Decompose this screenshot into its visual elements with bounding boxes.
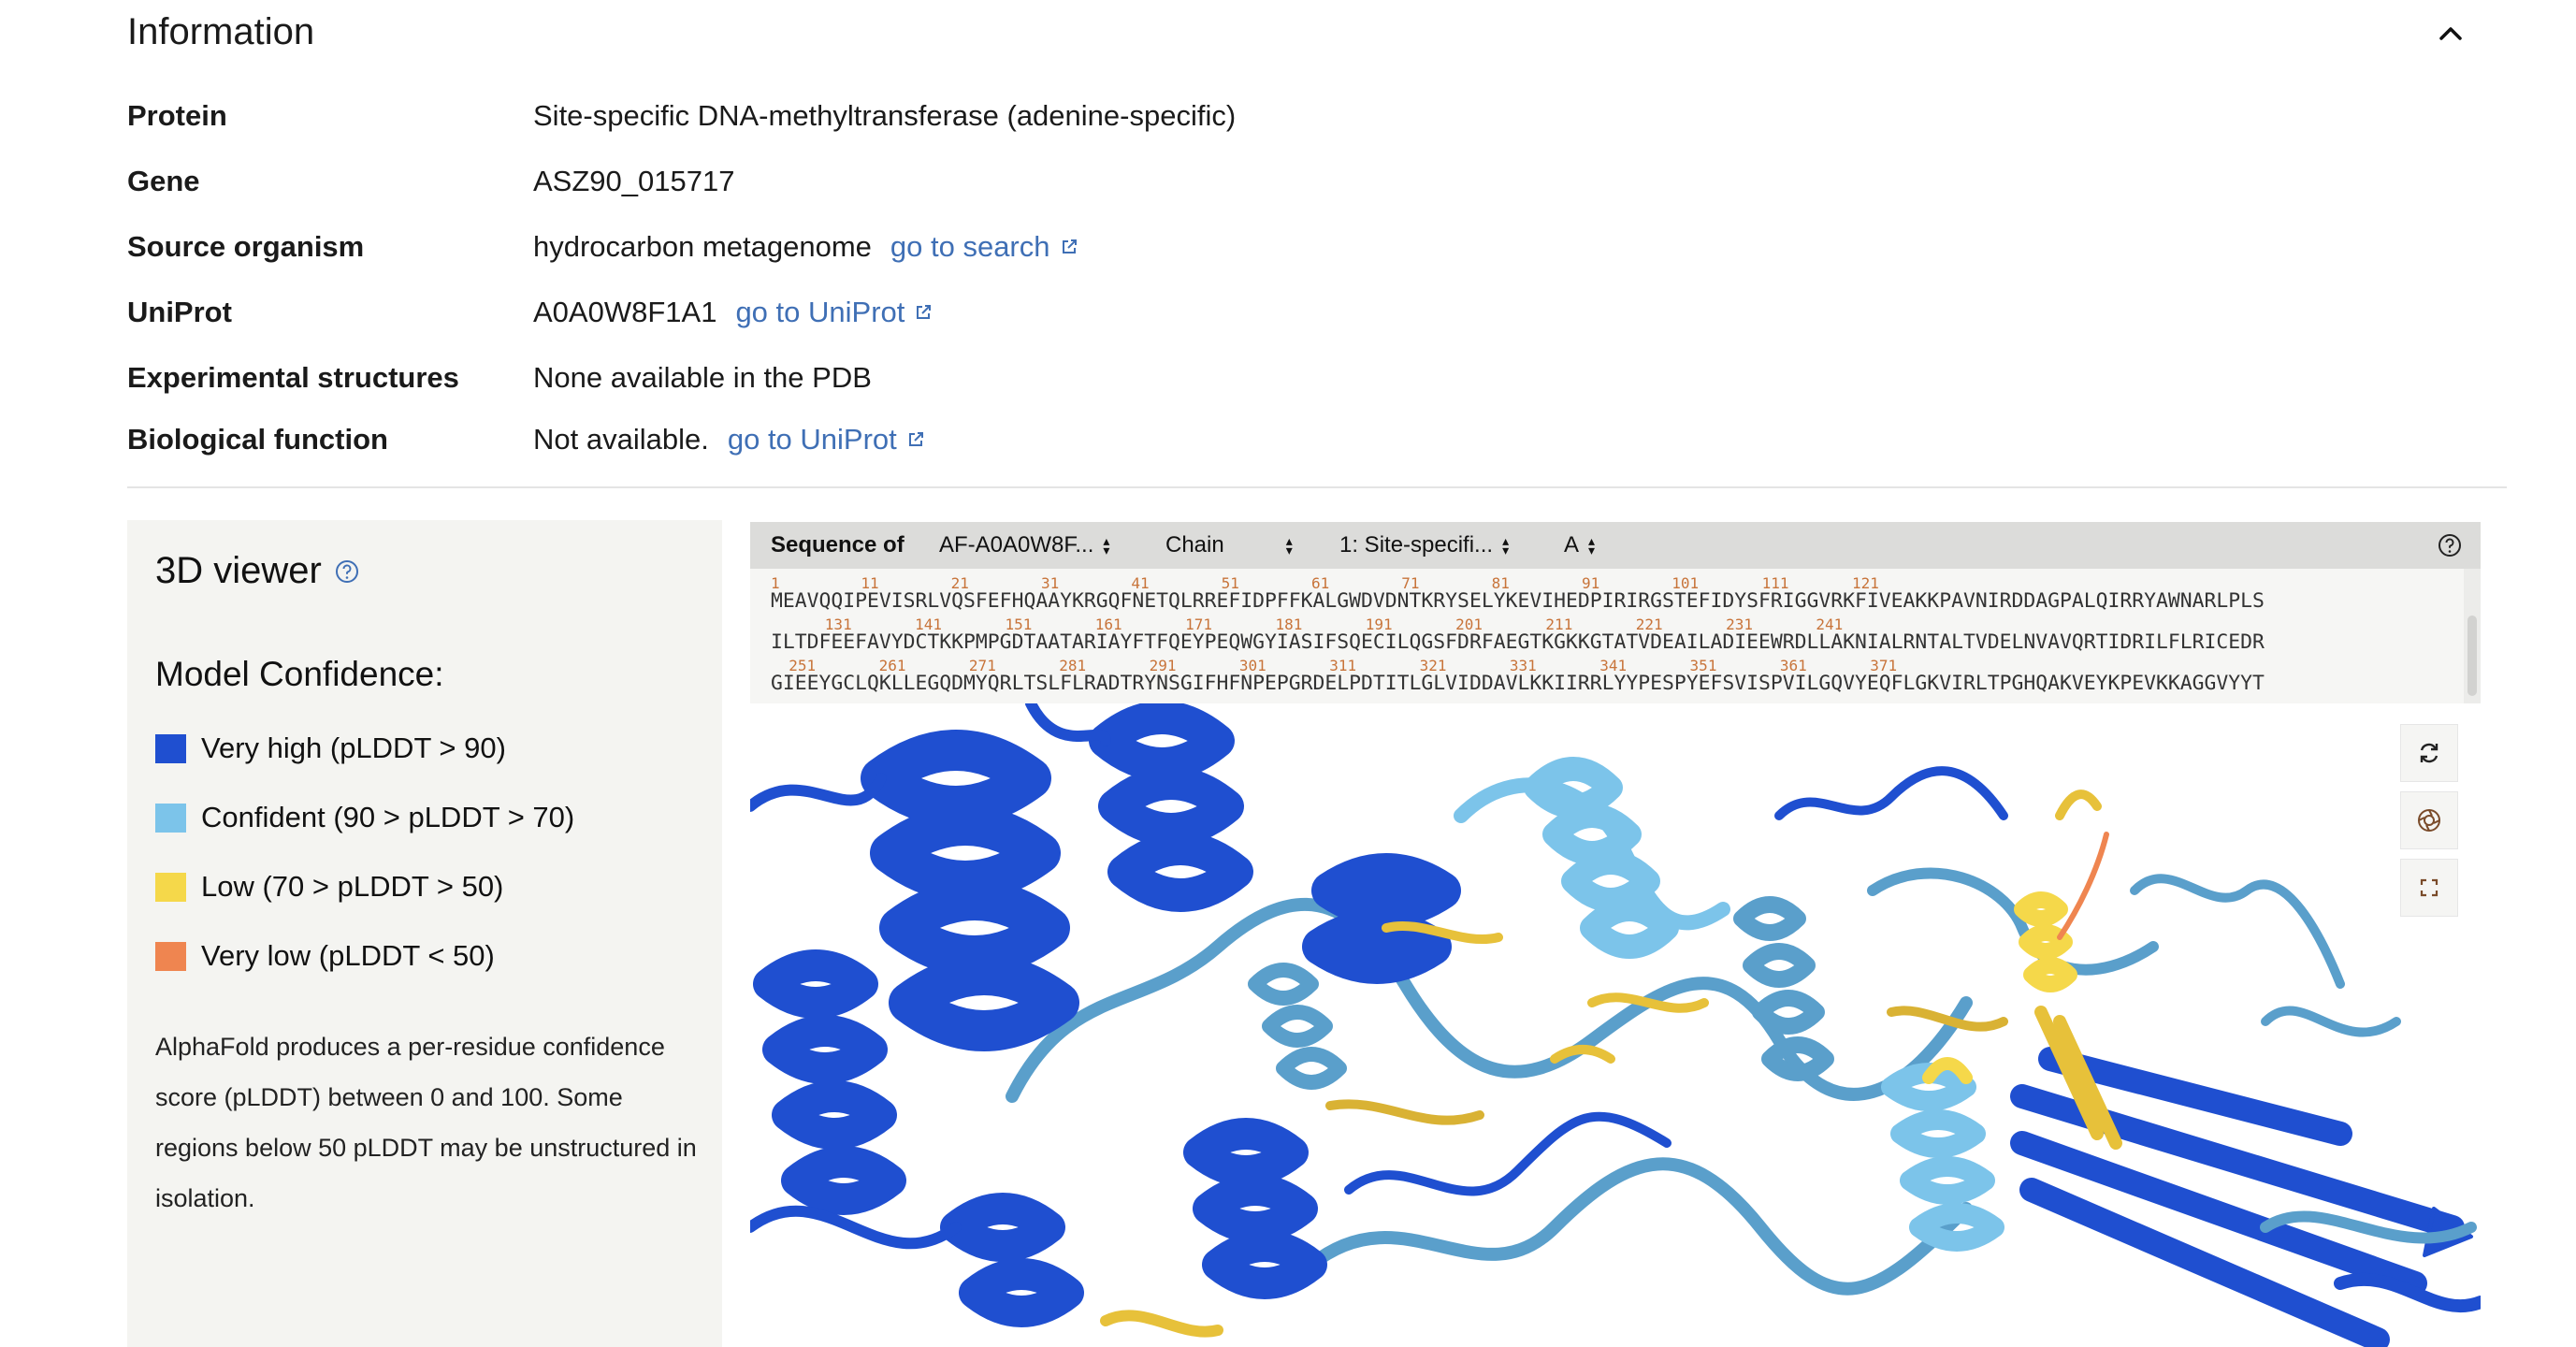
sequence-toolbar: Sequence of AF-A0A0W8F... ▴ ▾ Chain ▴ ▾ 1:…	[750, 522, 2481, 569]
gene-value: ASZ90_015717	[533, 165, 734, 198]
go-to-uniprot-label: go to UniProt	[735, 296, 905, 328]
low-label: Low (70 > pLDDT > 50)	[201, 870, 504, 903]
protein-name: Site-specific DNA-methyltransferase (ade…	[533, 99, 1237, 132]
help-icon[interactable]	[335, 559, 359, 584]
viewer-side-panel: 3D viewer Model Confidence: Very high (p…	[127, 520, 722, 1347]
entry-select-value: AF-A0A0W8F...	[939, 532, 1094, 558]
experimental-label: Experimental structures	[127, 361, 459, 394]
function-text: Not available.	[533, 423, 709, 456]
chain-id-value: A	[1564, 532, 1580, 558]
legend-low: Low (70 > pLDDT > 50)	[155, 870, 503, 904]
sequence-help-icon[interactable]	[2438, 533, 2462, 558]
function-value: Not available. go to UniProt	[533, 423, 925, 456]
sequence-line-2[interactable]: ILTDFEEFAVYDCTKKPMPGDTAATARIAYFTFQEYPEQW…	[771, 630, 2265, 654]
information-heading: Information	[127, 11, 315, 52]
confident-swatch	[155, 803, 186, 833]
plddt-explanation: AlphaFold produces a per-residue confide…	[155, 1033, 697, 1212]
gene-label: Gene	[127, 165, 200, 197]
external-link-icon	[1062, 239, 1077, 253]
gene-name: ASZ90_015717	[533, 165, 735, 197]
fullscreen-button[interactable]	[2400, 859, 2458, 917]
rotate-icon	[2420, 743, 2439, 763]
camera-icon	[2418, 809, 2440, 832]
reset-view-button[interactable]	[2400, 724, 2458, 782]
select-arrows-icon: ▴ ▾	[1285, 533, 1293, 558]
select-arrows-icon: ▴ ▾	[1588, 533, 1596, 558]
go-to-uniprot-link[interactable]: go to UniProt	[735, 296, 933, 329]
model-confidence-title: Model Confidence:	[155, 655, 444, 693]
experimental-text: None available in the PDB	[533, 361, 872, 394]
organism-label: Source organism	[127, 230, 365, 263]
fullscreen-icon	[2420, 878, 2439, 897]
sequence-scrollbar[interactable]	[2464, 569, 2481, 703]
sequence-panel[interactable]: 1 11 21 31 41 51 61 71 81 91 101 111 121…	[750, 569, 2481, 703]
function-label: Biological function	[127, 423, 388, 456]
select-arrows-icon: ▴ ▾	[1502, 533, 1510, 558]
select-arrows-icon: ▴ ▾	[1103, 533, 1110, 558]
organism-name: hydrocarbon metagenome	[533, 230, 872, 263]
protein-label: Protein	[127, 99, 227, 132]
legend-very-high: Very high (pLDDT > 90)	[155, 731, 506, 765]
go-to-search-link[interactable]: go to search	[890, 230, 1078, 264]
viewer-heading: 3D viewer	[155, 550, 359, 592]
entity-select[interactable]: 1: Site-specifi... ▴ ▾	[1339, 532, 1509, 558]
very-high-swatch	[155, 733, 186, 763]
function-uniprot-label: go to UniProt	[727, 423, 897, 456]
protein-ribbon-render	[750, 703, 2481, 1347]
legend-confident: Confident (90 > pLDDT > 70)	[155, 801, 574, 834]
screenshot-button[interactable]	[2400, 791, 2458, 849]
uniprot-value: A0A0W8F1A1 go to UniProt	[533, 296, 933, 329]
function-uniprot-link[interactable]: go to UniProt	[728, 423, 925, 456]
experimental-value: None available in the PDB	[533, 361, 872, 395]
sequence-of-label: Sequence of	[771, 532, 904, 558]
confident-label: Confident (90 > pLDDT > 70)	[201, 801, 575, 833]
section-divider	[127, 486, 2507, 488]
chain-select[interactable]: Chain ▴ ▾	[1165, 532, 1293, 558]
viewer-title-text: 3D viewer	[155, 550, 322, 591]
uniprot-label: UniProt	[127, 296, 232, 328]
low-swatch	[155, 872, 186, 902]
structure-viewer-canvas[interactable]	[750, 703, 2481, 1347]
protein-value: Site-specific DNA-methyltransferase (ade…	[533, 99, 1236, 133]
legend-very-low: Very low (pLDDT < 50)	[155, 939, 495, 973]
sequence-line-3[interactable]: GIEEYGCLQKLLEGQDMYQRLTSLFLRADTRYNSGIFHFN…	[771, 672, 2265, 695]
very-low-label: Very low (pLDDT < 50)	[201, 939, 495, 972]
chevron-up-icon[interactable]	[2432, 15, 2469, 52]
go-to-search-label: go to search	[890, 230, 1050, 263]
entity-select-value: 1: Site-specifi...	[1339, 532, 1494, 558]
sequence-line-1[interactable]: MEAVQQIPEVISRLVQSFEFHQAAYKRGQFNETQLRREFI…	[771, 589, 2265, 613]
very-low-swatch	[155, 941, 186, 971]
external-link-icon	[917, 305, 932, 319]
very-high-label: Very high (pLDDT > 90)	[201, 731, 506, 764]
chain-id-select[interactable]: A ▴ ▾	[1564, 532, 1595, 558]
scrollbar-thumb[interactable]	[2467, 616, 2477, 696]
entry-select[interactable]: AF-A0A0W8F... ▴ ▾	[939, 532, 1109, 558]
organism-value: hydrocarbon metagenome go to search	[533, 230, 1078, 264]
chain-select-value: Chain	[1165, 532, 1224, 558]
uniprot-accession: A0A0W8F1A1	[533, 296, 717, 328]
external-link-icon	[908, 432, 923, 446]
